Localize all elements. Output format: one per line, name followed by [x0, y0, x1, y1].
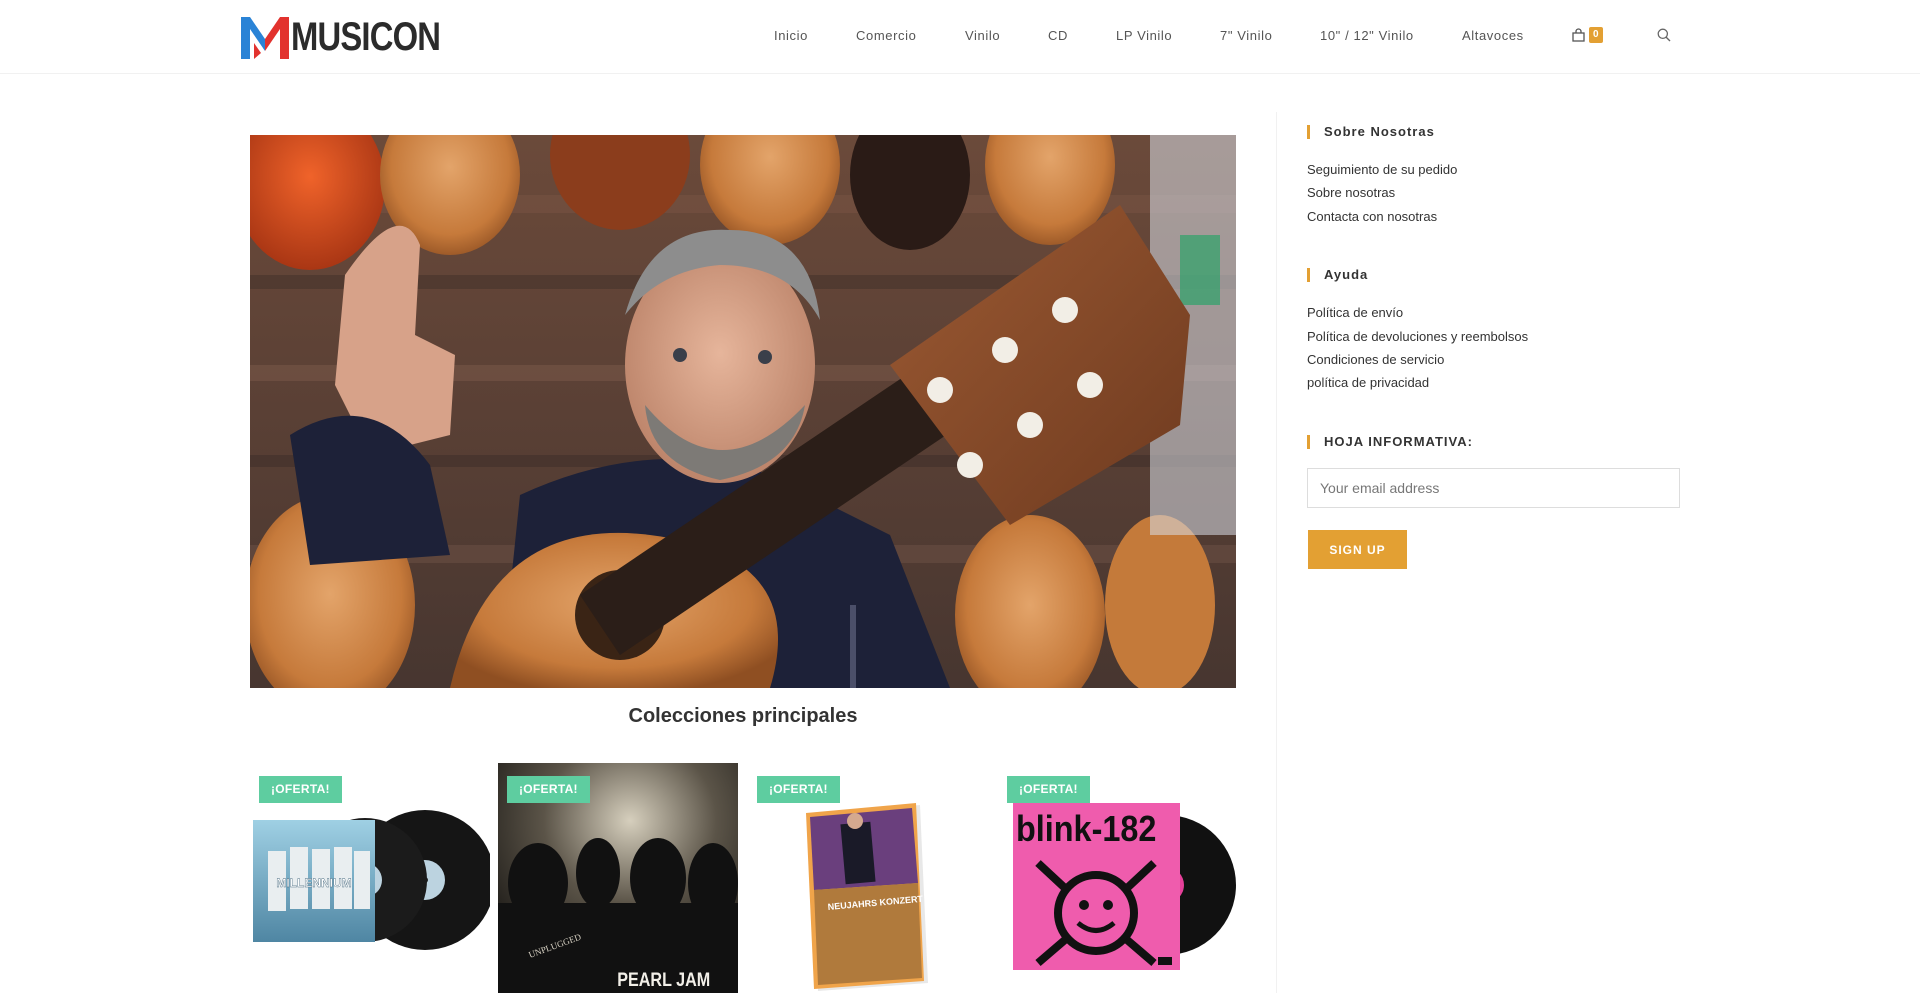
sidebar-divider	[1276, 112, 1277, 993]
nav-item-comercio[interactable]: Comercio	[856, 28, 916, 43]
sale-badge: ¡OFERTA!	[757, 776, 840, 803]
section-title: Colecciones principales	[628, 705, 858, 727]
product-card[interactable]: UNPLUGGED PEARL JAM ¡OFERTA!	[498, 763, 738, 993]
link-refund-policy[interactable]: Política de devoluciones y reembolsos	[1307, 329, 1528, 344]
main-nav: Inicio Comercio Vinilo CD LP Vinilo 7" V…	[0, 0, 1920, 74]
cover-text: PEARL JAM	[617, 969, 710, 991]
nav-item-altavoces[interactable]: Altavoces	[1462, 28, 1524, 43]
site-header: MUSICON Inicio Comercio Vinilo CD LP Vin…	[0, 0, 1920, 74]
link-privacy-policy[interactable]: política de privacidad	[1307, 375, 1429, 390]
widget-title-newsletter: HOJA INFORMATIVA:	[1307, 435, 1473, 449]
cart-count-badge: 0	[1589, 27, 1603, 43]
signup-button[interactable]: SIGN UP	[1308, 530, 1407, 569]
cart-button[interactable]: 0	[1572, 27, 1603, 43]
widget-title-about: Sobre Nosotras	[1307, 125, 1435, 139]
link-terms-of-service[interactable]: Condiciones de servicio	[1307, 352, 1444, 367]
hero-image	[250, 135, 1236, 688]
sale-badge: ¡OFERTA!	[1007, 776, 1090, 803]
nav-item-lp-vinilo[interactable]: LP Vinilo	[1116, 28, 1172, 43]
sale-badge: ¡OFERTA!	[507, 776, 590, 803]
nav-item-10-12-vinilo[interactable]: 10" / 12" Vinilo	[1320, 28, 1414, 43]
nav-item-cd[interactable]: CD	[1048, 28, 1068, 43]
sale-badge: ¡OFERTA!	[259, 776, 342, 803]
product-card[interactable]: NEUJAHRS KONZERT 2024 ¡OFERTA!	[748, 763, 988, 993]
product-card[interactable]: MILLENNIUM ¡OFERTA!	[250, 763, 490, 993]
nav-item-vinilo[interactable]: Vinilo	[965, 28, 1000, 43]
newsletter-email-input[interactable]	[1307, 468, 1680, 508]
shopping-bag-icon	[1572, 28, 1585, 42]
link-contact[interactable]: Contacta con nosotras	[1307, 209, 1437, 224]
link-about-us[interactable]: Sobre nosotras	[1307, 185, 1395, 200]
cover-text: MILLENNIUM	[276, 876, 351, 890]
link-order-tracking[interactable]: Seguimiento de su pedido	[1307, 162, 1457, 177]
nav-item-inicio[interactable]: Inicio	[774, 28, 808, 43]
nav-item-7-vinilo[interactable]: 7" Vinilo	[1220, 28, 1272, 43]
cover-text: blink-182	[1016, 809, 1156, 849]
product-card[interactable]: blink-182 ¡OFERTA!	[998, 763, 1238, 993]
hero-photo	[250, 135, 1236, 688]
widget-title-help: Ayuda	[1307, 268, 1368, 282]
link-shipping-policy[interactable]: Política de envío	[1307, 305, 1403, 320]
search-icon[interactable]	[1657, 28, 1671, 42]
